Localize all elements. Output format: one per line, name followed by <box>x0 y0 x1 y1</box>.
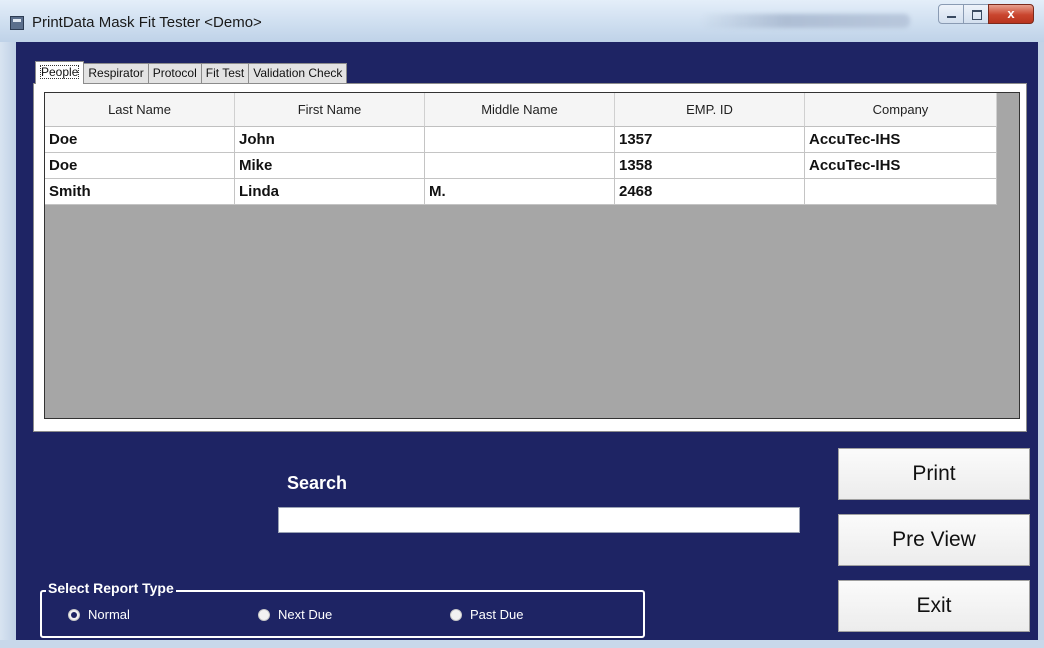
app-icon[interactable] <box>10 16 24 30</box>
tab-strip: People Respirator Protocol Fit Test Vali… <box>35 61 348 84</box>
radio-selected-icon[interactable] <box>68 608 80 621</box>
tab-validation-check[interactable]: Validation Check <box>248 63 348 84</box>
caption-buttons: x <box>938 4 1034 24</box>
tab-label: Respirator <box>88 66 144 80</box>
radio-next-due[interactable]: Next Due <box>258 607 332 622</box>
tab-label: Fit Test <box>205 66 245 80</box>
tab-respirator[interactable]: Respirator <box>83 63 149 84</box>
maximize-button[interactable] <box>963 4 989 24</box>
cell-middle-name[interactable]: M. <box>425 179 615 205</box>
radio-unselected-icon[interactable] <box>450 608 462 621</box>
cell-emp-id[interactable]: 2468 <box>615 179 805 205</box>
radio-label: Normal <box>88 607 130 622</box>
main-panel: People Respirator Protocol Fit Test Vali… <box>16 42 1038 640</box>
radio-past-due[interactable]: Past Due <box>450 607 523 622</box>
exit-button[interactable]: Exit <box>838 580 1030 632</box>
tab-fit-test[interactable]: Fit Test <box>200 63 250 84</box>
cell-company[interactable]: AccuTec-IHS <box>805 127 997 153</box>
tab-protocol[interactable]: Protocol <box>147 63 202 84</box>
cell-middle-name[interactable] <box>425 153 615 179</box>
close-button[interactable]: x <box>988 4 1034 24</box>
minimize-button[interactable] <box>938 4 964 24</box>
cell-emp-id[interactable]: 1357 <box>615 127 805 153</box>
preview-button[interactable]: Pre View <box>838 514 1030 566</box>
tab-people[interactable]: People <box>35 61 85 84</box>
window-frame-left <box>0 42 16 640</box>
cell-last-name[interactable]: Doe <box>45 153 235 179</box>
radio-normal[interactable]: Normal <box>68 607 130 622</box>
radio-label: Past Due <box>470 607 524 622</box>
grid-header-row: Last Name First Name Middle Name EMP. ID… <box>45 93 997 127</box>
column-header-last-name[interactable]: Last Name <box>45 93 235 127</box>
people-grid[interactable]: Last Name First Name Middle Name EMP. ID… <box>44 92 1020 419</box>
column-header-company[interactable]: Company <box>805 93 997 127</box>
window-frame-bottom <box>0 640 1044 648</box>
cell-emp-id[interactable]: 1358 <box>615 153 805 179</box>
cell-first-name[interactable]: Linda <box>235 179 425 205</box>
report-type-title: Select Report Type <box>46 580 176 596</box>
column-header-emp-id[interactable]: EMP. ID <box>615 93 805 127</box>
window-frame-right <box>1038 42 1044 640</box>
tab-label: Protocol <box>152 66 197 80</box>
table-row[interactable]: Doe Mike 1358 AccuTec-IHS <box>45 153 997 179</box>
search-input[interactable] <box>278 507 800 533</box>
radio-label: Next Due <box>278 607 333 622</box>
blurred-background-title <box>700 14 910 28</box>
cell-company[interactable] <box>805 179 997 205</box>
column-header-first-name[interactable]: First Name <box>235 93 425 127</box>
table-row[interactable]: Smith Linda M. 2468 <box>45 179 997 205</box>
tab-label: People <box>40 65 80 79</box>
tab-label: Validation Check <box>253 66 343 80</box>
close-icon: x <box>1007 6 1015 21</box>
table-row[interactable]: Doe John 1357 AccuTec-IHS <box>45 127 997 153</box>
window-title: PrintData Mask Fit Tester <Demo> <box>32 14 262 31</box>
report-type-group: Select Report Type Normal Next Due Past … <box>40 580 645 638</box>
cell-company[interactable]: AccuTec-IHS <box>805 153 997 179</box>
column-header-middle-name[interactable]: Middle Name <box>425 93 615 127</box>
search-label: Search <box>287 473 348 493</box>
cell-middle-name[interactable] <box>425 127 615 153</box>
cell-first-name[interactable]: John <box>235 127 425 153</box>
cell-last-name[interactable]: Doe <box>45 127 235 153</box>
print-button[interactable]: Print <box>838 448 1030 500</box>
cell-last-name[interactable]: Smith <box>45 179 235 205</box>
title-bar[interactable]: PrintData Mask Fit Tester <Demo> x <box>0 0 1044 42</box>
people-tab-page: Last Name First Name Middle Name EMP. ID… <box>33 83 1027 432</box>
cell-first-name[interactable]: Mike <box>235 153 425 179</box>
radio-unselected-icon[interactable] <box>258 608 270 621</box>
app-window: PrintData Mask Fit Tester <Demo> x Peopl… <box>0 0 1044 648</box>
